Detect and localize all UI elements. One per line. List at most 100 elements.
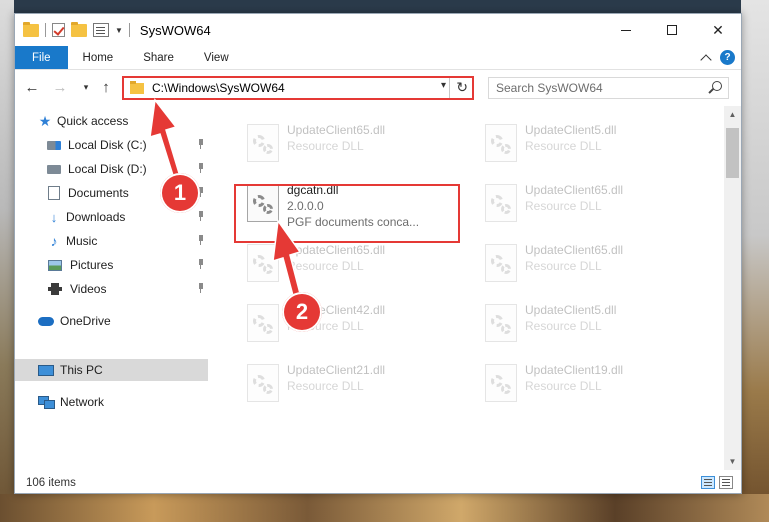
pin-icon[interactable] xyxy=(197,139,205,149)
new-folder-icon[interactable] xyxy=(71,21,87,37)
help-icon[interactable]: ? xyxy=(720,50,735,65)
disk-icon xyxy=(47,140,61,150)
file-item[interactable]: UpdateClient5.dll Resource DLL xyxy=(477,298,702,350)
folder-icon xyxy=(23,21,39,37)
address-bar[interactable]: C:\Windows\SysWOW64 ▾ ↻ xyxy=(122,76,474,100)
address-row: ← → ▾ ↑ C:\Windows\SysWOW64 ▾ ↻ Search S… xyxy=(15,74,741,102)
documents-icon xyxy=(48,186,60,200)
recent-locations-button[interactable]: ▾ xyxy=(77,78,95,96)
file-item[interactable]: UpdateClient65.dll Resource DLL xyxy=(477,178,702,230)
file-type: Resource DLL xyxy=(287,259,364,273)
address-path[interactable]: C:\Windows\SysWOW64 xyxy=(152,81,285,95)
minimize-button[interactable] xyxy=(603,14,649,46)
refresh-icon[interactable]: ↻ xyxy=(456,79,468,96)
file-type: Resource DLL xyxy=(525,139,602,153)
sidebar-item-videos[interactable]: Videos xyxy=(15,278,208,300)
pin-icon[interactable] xyxy=(197,259,205,269)
file-item[interactable]: UpdateClient21.dll Resource DLL xyxy=(239,358,464,410)
up-button[interactable]: ↑ xyxy=(97,78,115,96)
desktop-background-left xyxy=(0,0,14,522)
ribbon-tabs: File Home Share View ? xyxy=(15,46,741,70)
file-item[interactable]: UpdateClient19.dll Resource DLL xyxy=(477,358,702,410)
callout-1: 1 xyxy=(160,173,200,213)
vertical-scrollbar[interactable]: ▲ ▼ xyxy=(724,106,741,470)
file-item[interactable]: UpdateClient42.dll Resource DLL xyxy=(239,298,464,350)
forward-arrow-icon: → xyxy=(52,78,68,96)
callout-2: 2 xyxy=(282,292,322,332)
videos-icon xyxy=(48,283,62,295)
tab-home[interactable]: Home xyxy=(68,46,129,69)
disk-icon xyxy=(47,164,61,174)
file-list: UpdateClient65.dll Resource DLL dgcatn.dl… xyxy=(211,106,723,470)
file-name: UpdateClient19.dll xyxy=(525,363,624,377)
navigation-pane: ★ Quick access Local Disk (C:) Local Dis… xyxy=(15,110,208,470)
search-input[interactable]: Search SysWOW64 xyxy=(488,77,729,99)
window-controls: ✕ xyxy=(603,14,741,46)
sidebar-item-label: Music xyxy=(66,234,98,248)
file-name: UpdateClient5.dll xyxy=(525,303,617,317)
large-icons-view-icon[interactable] xyxy=(719,476,733,489)
maximize-button[interactable] xyxy=(649,14,695,46)
sidebar-item-onedrive[interactable]: OneDrive xyxy=(15,310,208,332)
scrollbar-thumb[interactable] xyxy=(726,128,739,178)
pin-icon[interactable] xyxy=(197,163,205,173)
search-icon[interactable] xyxy=(712,81,722,91)
file-name: UpdateClient65.dll xyxy=(287,243,386,257)
address-divider xyxy=(449,78,450,98)
sidebar-item-network[interactable]: Network xyxy=(15,391,208,413)
expand-ribbon-icon[interactable] xyxy=(700,53,712,66)
file-name: UpdateClient21.dll xyxy=(287,363,386,377)
address-dropdown-icon[interactable]: ▾ xyxy=(441,80,446,91)
dll-file-icon xyxy=(247,364,279,402)
back-button[interactable]: ← xyxy=(23,78,41,96)
maximize-icon xyxy=(667,25,677,35)
dll-file-icon xyxy=(247,244,279,282)
tab-view[interactable]: View xyxy=(189,46,244,69)
title-bar: ▼ SysWOW64 ✕ xyxy=(15,14,741,46)
dll-file-icon xyxy=(247,124,279,162)
details-view-icon[interactable] xyxy=(701,476,715,489)
toolbar-separator xyxy=(45,23,46,37)
pin-icon[interactable] xyxy=(197,235,205,245)
dll-file-icon xyxy=(485,184,517,222)
file-name: UpdateClient5.dll xyxy=(525,123,617,137)
properties-check-icon[interactable] xyxy=(52,23,65,37)
file-name: UpdateClient65.dll xyxy=(525,243,624,257)
file-type: Resource DLL xyxy=(287,139,364,153)
customize-view-icon[interactable] xyxy=(93,23,109,37)
file-item[interactable]: UpdateClient65.dll Resource DLL xyxy=(477,238,702,290)
chevron-down-icon: ▾ xyxy=(83,81,89,92)
desktop-background-bottom xyxy=(0,494,769,522)
scroll-up-icon[interactable]: ▲ xyxy=(724,106,741,123)
ribbon-right-controls: ? xyxy=(700,46,741,69)
sidebar-item-label: Quick access xyxy=(57,114,129,128)
folder-icon xyxy=(130,80,144,94)
minimize-icon xyxy=(621,29,631,31)
file-name: UpdateClient65.dll xyxy=(525,183,624,197)
sidebar-item-label: This PC xyxy=(60,363,103,377)
sidebar-item-local-disk-c[interactable]: Local Disk (C:) xyxy=(15,134,208,156)
status-bar: 106 items xyxy=(15,472,741,494)
sidebar-item-pictures[interactable]: Pictures xyxy=(15,254,208,276)
sidebar-item-this-pc[interactable]: This PC xyxy=(15,359,208,381)
sidebar-item-music[interactable]: ♪ Music xyxy=(15,230,208,252)
search-placeholder: Search SysWOW64 xyxy=(496,81,603,95)
pin-icon[interactable] xyxy=(197,211,205,221)
explorer-window: ▼ SysWOW64 ✕ File Home Share View ? ← → … xyxy=(14,13,742,494)
file-highlight-box xyxy=(234,184,460,243)
file-item[interactable]: UpdateClient65.dll Resource DLL xyxy=(239,118,464,170)
star-icon: ★ xyxy=(38,112,52,129)
close-button[interactable]: ✕ xyxy=(695,14,741,46)
tab-share[interactable]: Share xyxy=(128,46,189,69)
forward-button[interactable]: → xyxy=(51,78,69,96)
file-type: Resource DLL xyxy=(525,259,602,273)
file-item[interactable]: UpdateClient5.dll Resource DLL xyxy=(477,118,702,170)
pin-icon[interactable] xyxy=(197,283,205,293)
qat-dropdown-icon[interactable]: ▼ xyxy=(115,26,123,35)
network-icon xyxy=(38,396,55,409)
scroll-down-icon[interactable]: ▼ xyxy=(724,453,741,470)
file-item[interactable]: UpdateClient65.dll Resource DLL xyxy=(239,238,464,290)
sidebar-item-quick-access[interactable]: ★ Quick access xyxy=(15,110,208,132)
view-buttons xyxy=(701,476,733,489)
tab-file[interactable]: File xyxy=(15,46,68,69)
